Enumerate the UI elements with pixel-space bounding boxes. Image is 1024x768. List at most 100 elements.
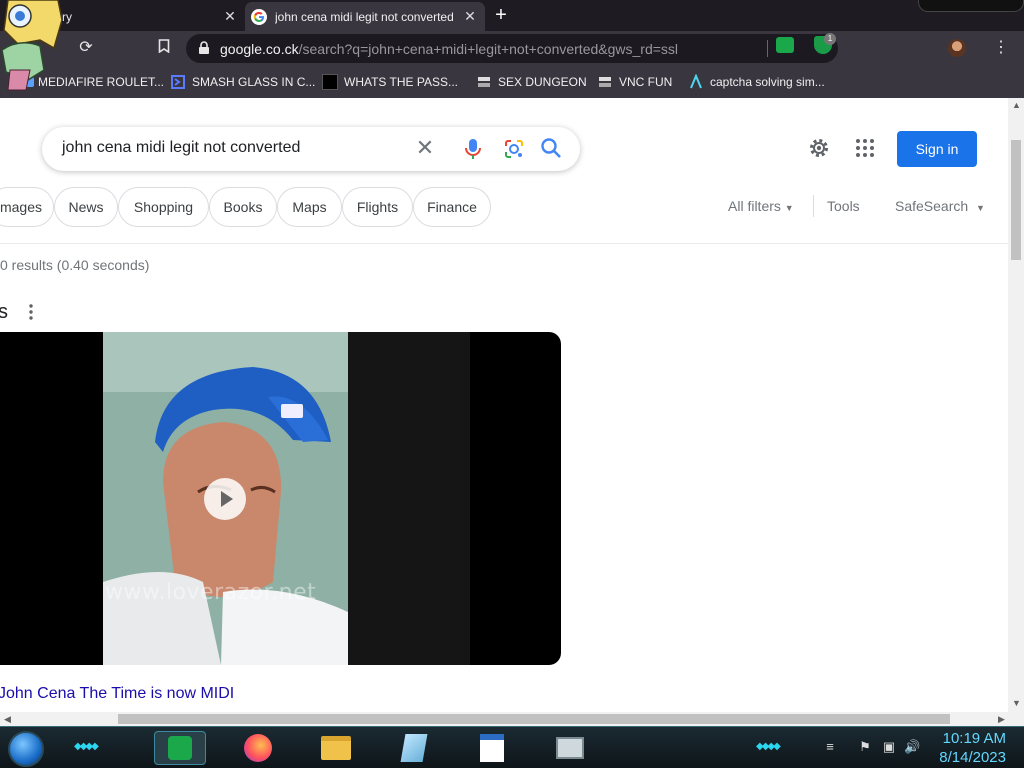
server-icon [476,74,492,90]
taskbar-task-manager[interactable] [544,731,596,765]
scroll-left-icon[interactable]: ◀ [4,714,11,725]
search-box[interactable]: john cena midi legit not converted ✕ [42,127,580,171]
chip-finance[interactable]: Finance [413,187,491,227]
lock-icon[interactable] [198,41,210,60]
google-favicon-icon [251,8,267,25]
taskbar-firefox[interactable] [232,731,284,765]
server-icon [597,74,613,90]
scrollbar-thumb[interactable] [1011,140,1021,260]
safesearch-dropdown[interactable]: SafeSearch ▼ [895,198,985,214]
chip-news[interactable]: News [54,187,118,227]
search-input[interactable]: john cena midi legit not converted [62,139,300,157]
taskbar-wordpad[interactable] [466,731,518,765]
new-tab-button[interactable]: + [490,5,512,27]
character-sticker-image [1,0,62,91]
google-lens-icon[interactable] [502,137,526,166]
close-icon[interactable]: ✕ [463,9,477,23]
file-explorer-icon [321,736,351,760]
network-icon[interactable]: ▣ [881,739,897,755]
bookmark-label: WHATS THE PASS... [344,75,459,89]
url-text: google.co.ck/search?q=john+cena+midi+leg… [220,41,679,57]
horizontal-scrollbar[interactable]: ◀ ▶ [0,712,1024,726]
search-results-page: john cena midi legit not converted ✕ Sig… [0,98,1008,712]
chip-maps[interactable]: Maps [277,187,342,227]
video-watermark: www.loverazor.net [105,580,317,605]
decorative-chevrons: ◆◆◆◆ [74,741,99,752]
chat-extension-icon[interactable] [776,37,794,53]
divider [813,195,814,217]
toolbar-divider [767,40,768,57]
chat-app-icon [168,736,192,760]
result-stats: 0 results (0.40 seconds) [0,257,150,273]
clock-date: 8/14/2023 [939,749,1006,766]
sign-in-button[interactable]: Sign in [897,131,977,167]
decorative-chevrons: ◆◆◆◆ [756,741,781,752]
video-letterbox [348,332,470,665]
bookmark-label: VNC FUN [619,75,673,89]
keyboard-icon[interactable]: ≡ [822,739,838,755]
menu-icon[interactable]: ⋮ [992,39,1010,57]
chip-shopping[interactable]: Shopping [118,187,209,227]
safesearch-label: SafeSearch [895,198,969,214]
start-button[interactable] [8,731,44,767]
taskbar-notepad[interactable] [388,731,440,765]
caret-down-icon: ▼ [975,203,985,213]
scrollbar-thumb[interactable] [118,714,950,724]
search-icon[interactable] [540,137,562,164]
bookmark-item[interactable]: SMASH GLASS IN C... [170,71,315,93]
scroll-up-icon[interactable]: ▲ [1012,100,1021,110]
chip-flights[interactable]: Flights [342,187,413,227]
extension-badge: 1 [824,33,836,45]
firefox-icon [244,734,272,762]
vertical-scrollbar[interactable]: ▲ ▼ [1008,98,1024,712]
bookmark-icon[interactable] [155,39,173,57]
chevron-logo-icon [170,74,186,90]
apps-grid-icon[interactable] [855,138,875,158]
black-square-icon [322,74,338,90]
bookmarks-bar: MEDIAFIRE ROULET... SMASH GLASS IN C... … [0,66,1024,98]
all-filters-dropdown[interactable]: All filters ▼ [728,198,794,214]
clear-icon[interactable]: ✕ [414,137,436,159]
taskbar: ◆◆◆◆ ◆◆◆◆ ≡ ⚑ ▣ 🔊 10:19 AM 8/14/2023 [0,726,1024,768]
tab-strip: tory ✕ john cena midi legit not converte… [0,0,1024,31]
more-options-icon[interactable] [24,303,38,321]
flag-icon[interactable]: ⚑ [857,739,873,755]
play-icon[interactable] [204,478,246,520]
address-bar[interactable]: google.co.ck/search?q=john+cena+midi+leg… [186,34,838,63]
video-result-link[interactable]: John Cena The Time is now MIDI [0,685,234,703]
system-clock[interactable]: 10:19 AM 8/14/2023 [934,729,1006,767]
scroll-right-icon[interactable]: ▶ [998,714,1005,725]
bookmark-label: SMASH GLASS IN C... [192,75,316,89]
close-icon[interactable]: ✕ [223,9,237,23]
all-filters-label: All filters [728,198,781,214]
chip-images[interactable]: mages [0,187,54,227]
wordpad-icon [480,734,504,762]
tab-title: john cena midi legit not converted [275,9,454,24]
task-manager-icon [556,737,584,759]
videos-heading: s [0,301,8,323]
bookmark-label: captcha solving sim... [710,75,825,89]
bookmark-label: SEX DUNGEON [498,75,587,89]
bookmark-item[interactable]: WHATS THE PASS... [322,71,458,93]
bookmark-item[interactable]: VNC FUN [597,71,672,93]
profile-avatar[interactable] [948,39,966,57]
chip-books[interactable]: Books [209,187,277,227]
microphone-icon[interactable] [462,137,484,166]
clock-time: 10:19 AM [942,730,1006,747]
reload-icon[interactable]: ⟳ [77,39,95,57]
taskbar-chat-app[interactable] [154,731,206,765]
volume-icon[interactable]: 🔊 [904,739,920,755]
taskbar-file-explorer[interactable] [310,731,362,765]
tab-active[interactable]: john cena midi legit not converted ✕ [245,2,485,31]
divider [0,243,1008,244]
video-thumbnail[interactable]: www.loverazor.net [0,332,561,665]
settings-gear-icon[interactable] [807,136,831,165]
bookmark-item[interactable]: captcha solving sim... [688,71,825,93]
window-controls[interactable] [918,0,1024,12]
tab-title: tory [52,9,73,24]
bookmark-item[interactable]: SEX DUNGEON [476,71,587,93]
browser-toolbar: ⟳ google.co.ck/search?q=john+cena+midi+l… [0,31,1024,66]
tools-button[interactable]: Tools [827,198,860,214]
caret-down-icon: ▼ [784,203,794,213]
scroll-down-icon[interactable]: ▼ [1012,698,1021,708]
